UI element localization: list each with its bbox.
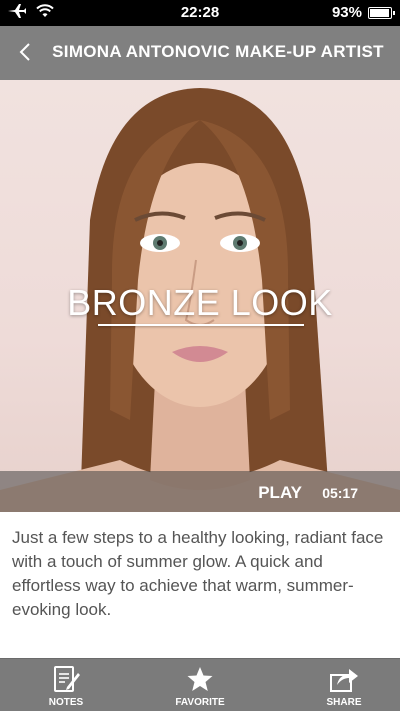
chevron-left-icon [18, 40, 32, 66]
video-duration: 05:17 [322, 485, 358, 501]
tab-bar: NOTES FAVORITE SHARE [0, 658, 400, 711]
battery-icon [368, 6, 395, 19]
back-button[interactable] [10, 38, 40, 68]
hero-title-underline [98, 324, 304, 326]
battery-percent: 93% [331, 4, 362, 21]
tab-notes[interactable]: NOTES [26, 659, 106, 711]
status-right: 93% [331, 4, 395, 21]
share-icon [329, 665, 359, 698]
hero-image[interactable]: BRONZE LOOK PLAY 05:17 [0, 80, 400, 512]
tab-label-favorite: FAVORITE [175, 697, 225, 708]
hero-title: BRONZE LOOK [67, 282, 333, 323]
play-button[interactable]: PLAY [258, 483, 302, 503]
play-strip: PLAY 05:17 [0, 471, 400, 512]
page-title: SIMONA ANTONOVIC MAKE-UP ARTIST [52, 42, 384, 61]
tab-share[interactable]: SHARE [304, 659, 384, 711]
notes-icon [52, 665, 80, 698]
description-text: Just a few steps to a healthy looking, r… [12, 528, 384, 619]
battery-fill [370, 8, 389, 17]
tab-label-notes: NOTES [48, 697, 84, 708]
tab-favorite[interactable]: FAVORITE [160, 659, 240, 711]
status-bar: 22:28 93% [0, 0, 400, 26]
star-icon [186, 665, 214, 698]
tab-label-share: SHARE [326, 697, 362, 708]
nav-bar: SIMONA ANTONOVIC MAKE-UP ARTIST [0, 26, 400, 80]
